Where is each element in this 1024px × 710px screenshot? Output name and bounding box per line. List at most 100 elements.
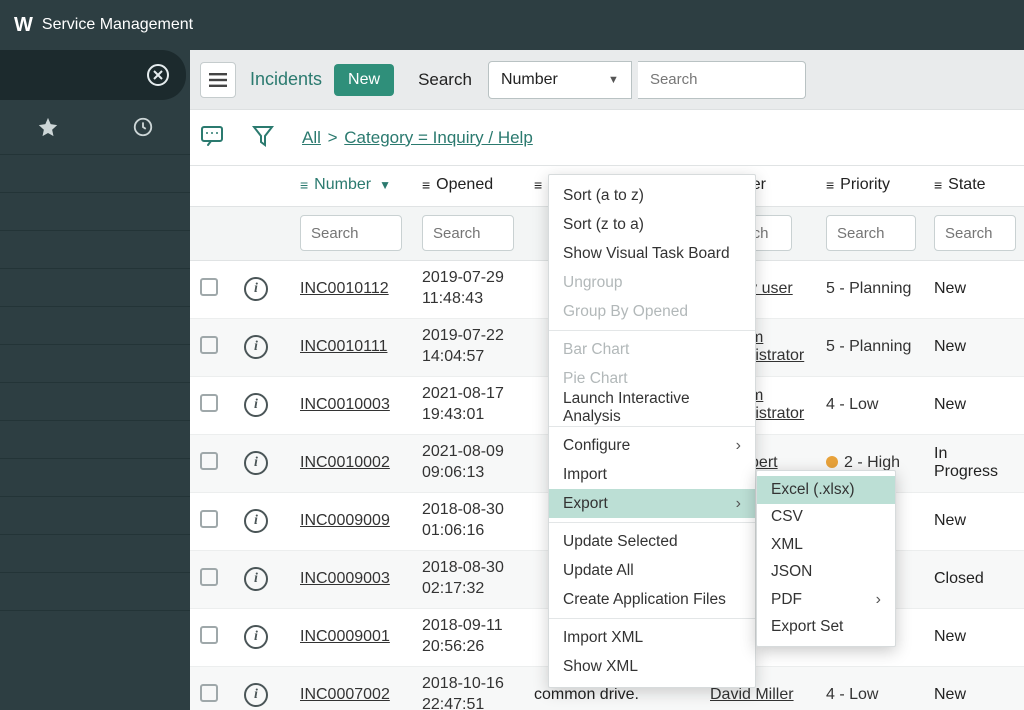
menu-item[interactable]: Create Application Files (549, 585, 755, 614)
preview-button[interactable]: i (244, 393, 268, 417)
search-state[interactable] (934, 215, 1016, 251)
nav-item[interactable] (0, 344, 190, 382)
menu-item: Ungroup (549, 268, 755, 297)
nav-item[interactable] (0, 572, 190, 610)
clear-icon[interactable] (146, 63, 170, 87)
nav-item[interactable] (0, 230, 190, 268)
export-submenu: Excel (.xlsx)CSVXMLJSONPDF›Export Set (756, 470, 896, 647)
menu-item[interactable]: Show XML (549, 652, 755, 681)
cell-priority: 5 - Planning (816, 318, 924, 376)
cell-state: Closed (924, 550, 1024, 608)
row-checkbox[interactable] (200, 336, 218, 354)
new-button[interactable]: New (334, 64, 394, 96)
incident-link[interactable]: INC0007002 (300, 686, 390, 703)
submenu-item[interactable]: JSON (757, 559, 895, 587)
nav-list (0, 154, 190, 648)
breadcrumb: All > Category = Inquiry / Help (302, 128, 533, 148)
row-checkbox[interactable] (200, 626, 218, 644)
chat-icon (200, 125, 224, 147)
nav-item[interactable] (0, 610, 190, 648)
menu-item[interactable]: Configure› (549, 431, 755, 460)
submenu-item[interactable]: XML (757, 531, 895, 559)
cell-opened: 2019-07-2911:48:43 (412, 260, 524, 318)
preview-button[interactable]: i (244, 509, 268, 533)
nav-item[interactable] (0, 306, 190, 344)
menu-item: Bar Chart (549, 335, 755, 364)
row-checkbox[interactable] (200, 684, 218, 702)
menu-item[interactable]: Sort (a to z) (549, 181, 755, 210)
row-checkbox[interactable] (200, 510, 218, 528)
clock-icon (132, 116, 154, 138)
nav-item[interactable] (0, 496, 190, 534)
cell-opened: 2021-08-1719:43:01 (412, 376, 524, 434)
filter-button[interactable] (252, 124, 274, 152)
submenu-item[interactable]: Export Set (757, 614, 895, 642)
breadcrumb-all[interactable]: All (302, 128, 321, 147)
incident-link[interactable]: INC0010112 (300, 280, 389, 297)
breadcrumb-filter[interactable]: Category = Inquiry / Help (344, 128, 533, 147)
menu-item[interactable]: Import (549, 460, 755, 489)
cell-state: New (924, 260, 1024, 318)
col-priority[interactable]: ≡Priority (816, 166, 924, 206)
preview-button[interactable]: i (244, 277, 268, 301)
row-checkbox[interactable] (200, 278, 218, 296)
menu-item[interactable]: Import XML (549, 623, 755, 652)
preview-button[interactable]: i (244, 335, 268, 359)
left-sidebar (0, 50, 190, 710)
menu-item: Group By Opened (549, 297, 755, 326)
row-checkbox[interactable] (200, 452, 218, 470)
list-toolbar: Incidents New Search Number ▼ Search (190, 50, 1024, 110)
preview-button[interactable]: i (244, 683, 268, 707)
cell-state: New (924, 376, 1024, 434)
submenu-item[interactable]: Excel (.xlsx) (757, 476, 895, 504)
favorites-tab[interactable] (0, 116, 95, 138)
search-priority[interactable] (826, 215, 916, 251)
menu-item[interactable]: Update All (549, 556, 755, 585)
activity-stream-button[interactable] (200, 125, 224, 151)
search-label: Search (418, 70, 472, 90)
search-input[interactable]: Search (638, 61, 806, 99)
column-context-menu: Sort (a to z)Sort (z to a)Show Visual Ta… (548, 174, 756, 688)
menu-item[interactable]: Show Visual Task Board (549, 239, 755, 268)
preview-button[interactable]: i (244, 625, 268, 649)
list-menu-button[interactable] (200, 62, 236, 98)
cell-state: In Progress (924, 434, 1024, 492)
nav-item[interactable] (0, 268, 190, 306)
row-checkbox[interactable] (200, 394, 218, 412)
nav-item[interactable] (0, 382, 190, 420)
cell-state: New (924, 608, 1024, 666)
submenu-item[interactable]: PDF› (757, 586, 895, 614)
caller-link[interactable]: David Miller (710, 686, 794, 703)
nav-item[interactable] (0, 534, 190, 572)
search-field-value: Number (501, 71, 558, 89)
incident-link[interactable]: INC0009009 (300, 512, 390, 529)
cell-priority: 5 - Planning (816, 260, 924, 318)
preview-button[interactable]: i (244, 451, 268, 475)
col-state[interactable]: ≡State (924, 166, 1024, 206)
nav-item[interactable] (0, 192, 190, 230)
submenu-item[interactable]: CSV (757, 504, 895, 532)
incident-link[interactable]: INC0009003 (300, 570, 390, 587)
nav-item[interactable] (0, 420, 190, 458)
preview-button[interactable]: i (244, 567, 268, 591)
col-number[interactable]: ≡Number▼ (290, 166, 412, 206)
incident-link[interactable]: INC0010111 (300, 338, 387, 355)
nav-item[interactable] (0, 458, 190, 496)
incident-link[interactable]: INC0010003 (300, 396, 390, 413)
menu-item[interactable]: Launch Interactive Analysis (549, 393, 755, 422)
nav-item[interactable] (0, 154, 190, 192)
search-number[interactable] (300, 215, 402, 251)
row-checkbox[interactable] (200, 568, 218, 586)
menu-item[interactable]: Update Selected (549, 527, 755, 556)
cell-state: New (924, 492, 1024, 550)
menu-item[interactable]: Export› (549, 489, 755, 518)
search-field-select[interactable]: Number ▼ (488, 61, 632, 99)
col-opened[interactable]: ≡Opened (412, 166, 524, 206)
search-opened[interactable] (422, 215, 514, 251)
cell-opened: 2021-08-0909:06:13 (412, 434, 524, 492)
nav-filter-row[interactable] (0, 50, 186, 100)
incident-link[interactable]: INC0010002 (300, 454, 390, 471)
history-tab[interactable] (95, 116, 190, 138)
menu-item[interactable]: Sort (z to a) (549, 210, 755, 239)
incident-link[interactable]: INC0009001 (300, 628, 390, 645)
